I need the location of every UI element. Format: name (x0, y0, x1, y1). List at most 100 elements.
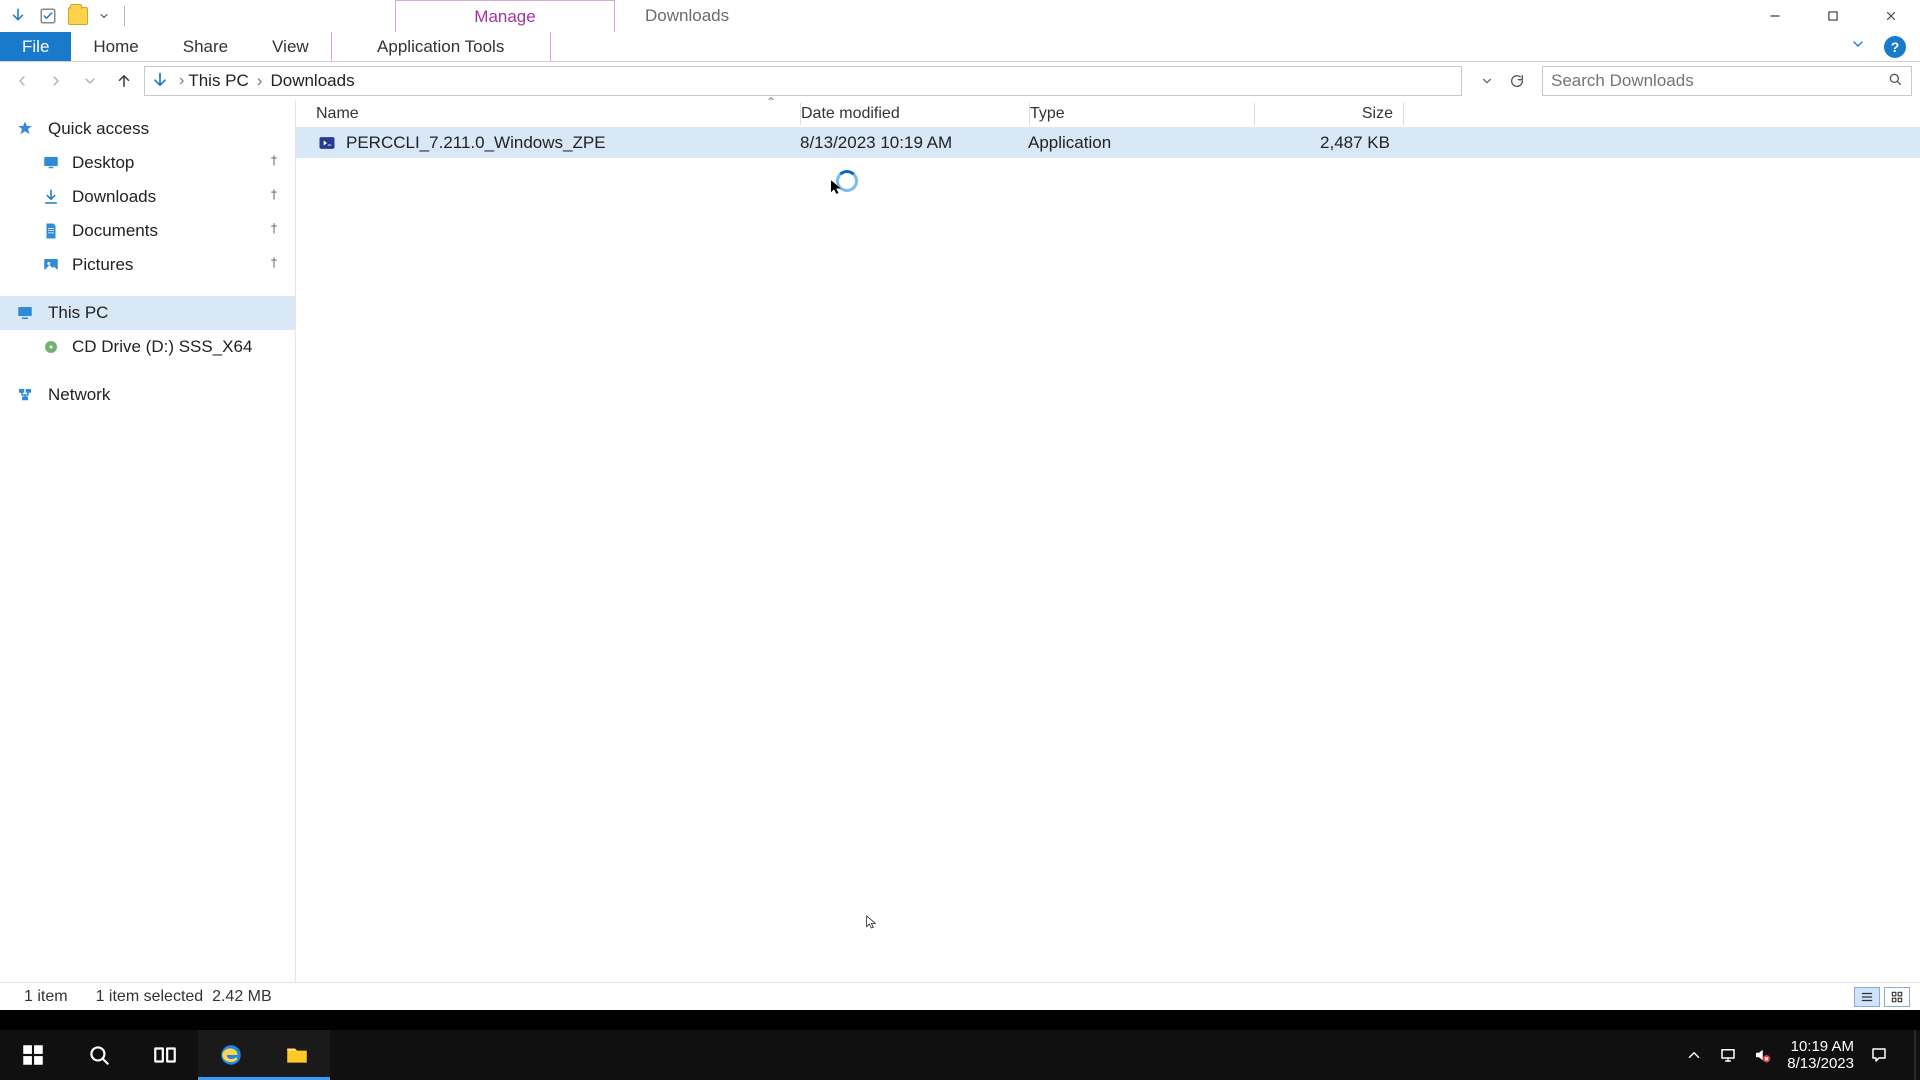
nav-recent-caret-icon[interactable] (76, 67, 104, 95)
status-selection: 1 item selected 2.42 MB (82, 988, 286, 1006)
nav-documents[interactable]: Documents (0, 214, 295, 248)
nav-back-button[interactable] (8, 67, 36, 95)
file-explorer-window: Manage Downloads File Home Share View Ap… (0, 0, 1920, 1010)
sort-ascending-icon: ⌃ (766, 95, 776, 109)
search-icon[interactable] (1887, 71, 1903, 92)
window-controls (1746, 0, 1920, 32)
close-button[interactable] (1862, 0, 1920, 32)
help-button[interactable]: ? (1884, 36, 1906, 58)
pin-icon (267, 255, 281, 275)
documents-icon (40, 220, 62, 242)
this-pc-icon (14, 302, 36, 324)
column-header-date[interactable]: Date modified (801, 105, 1029, 123)
minimize-button[interactable] (1746, 0, 1804, 32)
pin-icon (267, 187, 281, 207)
content-pane: Name ⌃ Date modified Type Size PERCCLI_7… (296, 100, 1920, 982)
search-input[interactable] (1551, 71, 1887, 91)
tray-volume-muted-icon[interactable] (1753, 1046, 1771, 1064)
address-history-caret-icon[interactable] (1474, 68, 1500, 94)
taskbar: 10:19 AM 8/13/2023 (0, 1030, 1920, 1080)
taskbar-app-ie[interactable] (198, 1030, 264, 1080)
file-row[interactable]: PERCCLI_7.211.0_Windows_ZPE 8/13/2023 10… (296, 128, 1920, 158)
cursor-icon (864, 914, 880, 935)
breadcrumb-this-pc[interactable]: This PC (188, 71, 248, 91)
action-center-icon[interactable] (1870, 1046, 1888, 1064)
column-header-size[interactable]: Size (1255, 105, 1403, 123)
nav-this-pc[interactable]: This PC (0, 296, 295, 330)
view-details-button[interactable] (1854, 987, 1880, 1007)
breadcrumb-sep-icon[interactable]: › (253, 71, 267, 91)
titlebar: Manage Downloads (0, 0, 1920, 32)
ribbon-tabs: File Home Share View Application Tools ? (0, 32, 1920, 62)
qat-separator (124, 6, 125, 26)
taskbar-app-explorer[interactable] (264, 1030, 330, 1080)
address-location-icon (149, 70, 171, 92)
pin-icon (267, 221, 281, 241)
column-headers: Name ⌃ Date modified Type Size (296, 100, 1920, 128)
nav-cd-drive[interactable]: CD Drive (D:) SSS_X64 (0, 330, 295, 364)
busy-cursor-icon (836, 170, 858, 192)
refresh-button[interactable] (1504, 68, 1530, 94)
breadcrumb-downloads[interactable]: Downloads (270, 71, 354, 91)
show-desktop-button[interactable] (1914, 1030, 1916, 1080)
qat-app-icon[interactable] (8, 6, 28, 26)
task-view-button[interactable] (132, 1030, 198, 1080)
nav-label: Quick access (48, 119, 149, 139)
quick-access-toolbar (0, 0, 135, 32)
ribbon-tab-view[interactable]: View (250, 32, 331, 61)
disc-icon (40, 336, 62, 358)
window-title: Downloads (615, 0, 729, 32)
application-icon (316, 132, 338, 154)
breadcrumb-sep-icon[interactable]: › (175, 72, 188, 90)
downloads-icon (40, 186, 62, 208)
desktop-icon (40, 152, 62, 174)
search-box[interactable] (1542, 66, 1912, 96)
tray-time: 10:19 AM (1791, 1038, 1854, 1055)
nav-network[interactable]: Network (0, 378, 295, 412)
qat-properties-icon[interactable] (38, 6, 58, 26)
nav-desktop[interactable]: Desktop (0, 146, 295, 180)
nav-label: Documents (72, 221, 158, 241)
file-size: 2,487 KB (1252, 133, 1400, 153)
file-date: 8/13/2023 10:19 AM (800, 133, 1028, 153)
nav-label: Pictures (72, 255, 133, 275)
address-bar[interactable]: › This PC › Downloads (144, 66, 1462, 96)
ribbon-tab-file[interactable]: File (0, 32, 71, 61)
address-bar-row: › This PC › Downloads (0, 62, 1920, 100)
ribbon-tab-application-tools[interactable]: Application Tools (331, 32, 551, 61)
nav-downloads[interactable]: Downloads (0, 180, 295, 214)
maximize-button[interactable] (1804, 0, 1862, 32)
pictures-icon (40, 254, 62, 276)
nav-quick-access[interactable]: Quick access (0, 112, 295, 146)
tray-network-icon[interactable] (1719, 1046, 1737, 1064)
nav-label: Desktop (72, 153, 134, 173)
navigation-pane: Quick access Desktop Downloads Documents… (0, 100, 296, 982)
status-bar: 1 item 1 item selected 2.42 MB (0, 982, 1920, 1010)
column-header-name[interactable]: Name ⌃ (316, 105, 800, 123)
tray-date: 8/13/2023 (1787, 1055, 1854, 1072)
ribbon-tab-share[interactable]: Share (161, 32, 250, 61)
nav-label: Downloads (72, 187, 156, 207)
nav-forward-button[interactable] (42, 67, 70, 95)
qat-customize-caret-icon[interactable] (98, 10, 110, 22)
status-item-count: 1 item (10, 988, 82, 1006)
nav-label: Network (48, 385, 110, 405)
tray-overflow-icon[interactable] (1685, 1046, 1703, 1064)
network-icon (14, 384, 36, 406)
qat-new-folder-icon[interactable] (68, 6, 88, 26)
taskbar-search-button[interactable] (66, 1030, 132, 1080)
ribbon-collapse-caret-icon[interactable] (1850, 36, 1866, 57)
ribbon-tab-home[interactable]: Home (71, 32, 160, 61)
nav-up-button[interactable] (110, 67, 138, 95)
ribbon-context-tab[interactable]: Manage (395, 0, 615, 32)
file-type: Application (1028, 133, 1252, 153)
nav-pictures[interactable]: Pictures (0, 248, 295, 282)
column-header-type[interactable]: Type (1030, 105, 1254, 123)
file-name: PERCCLI_7.211.0_Windows_ZPE (346, 133, 606, 153)
column-label: Name (316, 105, 359, 122)
nav-label: This PC (48, 303, 108, 323)
start-button[interactable] (0, 1030, 66, 1080)
view-large-icons-button[interactable] (1884, 987, 1910, 1007)
pin-icon (267, 153, 281, 173)
tray-clock[interactable]: 10:19 AM 8/13/2023 (1787, 1038, 1854, 1072)
